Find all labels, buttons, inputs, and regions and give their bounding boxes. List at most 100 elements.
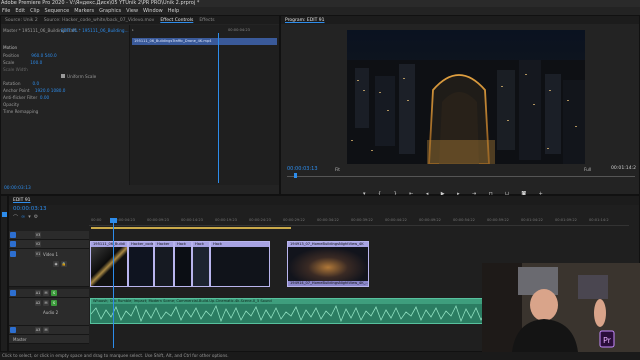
menu-window[interactable]: Window <box>143 8 163 14</box>
clip-thumbnail <box>91 247 127 286</box>
program-timecode[interactable]: 00:00:03:13 <box>287 166 318 172</box>
lock-icon[interactable]: 🔒 <box>61 261 67 267</box>
video-clip[interactable]: Hacker_code <box>128 241 154 287</box>
clip-label: Hacker_code <box>129 242 154 247</box>
track-id-a3[interactable]: A3 <box>35 327 41 333</box>
scale-value[interactable]: 100.0 <box>30 60 42 65</box>
video-clip[interactable]: Hack <box>210 241 270 287</box>
anchor-point-value[interactable]: 1920.0 1080.0 <box>35 88 66 93</box>
program-video-frame[interactable] <box>347 30 585 164</box>
property-position: Position 960.0 540.0 <box>3 53 57 58</box>
track-header-a1: A1 M S <box>9 289 89 298</box>
tab-program[interactable]: Program: EDIT 91 <box>285 18 324 23</box>
track-target-v1[interactable] <box>10 251 16 257</box>
track-target-v3[interactable] <box>10 232 16 238</box>
tab-effect-controls[interactable]: Effect Controls <box>160 18 193 23</box>
menu-view[interactable]: View <box>126 8 138 14</box>
audio-clip[interactable]: Whoosh; Sub Rumble; Impact; Modern Scene… <box>90 298 490 324</box>
track-id-v1[interactable]: V1 <box>35 251 41 257</box>
mute-button-a1[interactable]: M <box>43 290 49 296</box>
video-clip[interactable]: Hack <box>192 241 210 287</box>
snap-icon[interactable]: ⌒ <box>13 214 18 221</box>
effect-section-label: Motion <box>3 45 18 50</box>
tools-panel <box>0 195 8 352</box>
timeline-ruler[interactable]: 00:00 00:00:04:23 00:00:09:23 00:00:14:2… <box>89 218 629 226</box>
tab-source-unik[interactable]: Source: Unik 2 <box>5 18 38 23</box>
ruler-tick: 00:01:04:22 <box>521 218 543 222</box>
clip-label: 194913_07_HomeBuildingsNightView_4K <box>288 242 368 247</box>
track-id-v3[interactable]: V3 <box>35 232 41 238</box>
mute-button-a3[interactable]: M <box>43 327 49 333</box>
master-track-label: Master <box>13 337 27 342</box>
menu-graphics[interactable]: Graphics <box>99 8 121 14</box>
timeline-tabs: EDIT 91 <box>9 196 639 205</box>
presenter-image: Pr <box>482 263 640 352</box>
sequence-clip-selector[interactable]: EDIT 91 * 195111_06_Building... <box>61 28 129 33</box>
property-time-remapping[interactable]: Time Remapping <box>3 109 38 114</box>
program-fit-dropdown[interactable]: Fit <box>335 167 340 172</box>
work-area-bar[interactable] <box>91 227 291 229</box>
track-target-a3[interactable] <box>10 327 16 333</box>
ruler-tick: 00:00 <box>91 218 102 222</box>
effect-controls-mini-timeline[interactable]: ▸ 00:00:04:23 195111_06_BuildingsTraffic… <box>129 25 279 185</box>
tab-effects[interactable]: Effects <box>199 18 214 23</box>
anti-flicker-value[interactable]: 0.00 <box>40 95 49 100</box>
add-marker-timeline-icon[interactable]: ▾ <box>28 214 31 221</box>
video-clip[interactable]: Hacker <box>154 241 174 287</box>
ruler-tick: 00:00:54:22 <box>453 218 475 222</box>
property-name: Uniform Scale <box>67 74 97 79</box>
menu-help[interactable]: Help <box>168 8 179 14</box>
svg-text:Pr: Pr <box>603 336 612 345</box>
tab-source-hacker[interactable]: Source: Hacker_code_white/back_07_Videvo… <box>44 18 155 23</box>
program-playhead[interactable] <box>294 173 297 178</box>
property-rotation: Rotation 0.0 <box>3 81 39 86</box>
mute-button-a2[interactable]: M <box>43 300 49 306</box>
mini-playhead[interactable] <box>218 33 219 183</box>
ruler-tick: 00:00:14:23 <box>181 218 203 222</box>
rotation-value[interactable]: 0.0 <box>33 81 40 86</box>
mini-clip-bar[interactable]: 195111_06_BuildingsTraffic_Drone_4K.mp4 <box>132 38 277 45</box>
track-header-a3: A3 M <box>9 326 89 335</box>
timeline-playhead[interactable] <box>113 218 114 348</box>
timeline-timecode[interactable]: 00:00:03:13 <box>13 206 47 212</box>
clip-thumbnail <box>155 247 173 286</box>
video-clip[interactable]: 194913_07_HomeBuildingsNightView_4K 1949… <box>287 241 369 287</box>
solo-button-a1[interactable]: S <box>51 290 57 296</box>
program-quality-dropdown[interactable]: Full <box>584 167 591 172</box>
clip-thumbnail <box>288 247 368 281</box>
clip-label: 194914_07_HomeBuildingsNightView_4K_... <box>288 281 369 286</box>
property-uniform-scale[interactable]: Uniform Scale <box>61 74 96 79</box>
toggle-output-icon[interactable]: ◉ <box>53 261 59 267</box>
mini-clip-label: 195111_06_BuildingsTraffic_Drone_4K.mp4 <box>134 39 212 43</box>
ruler-tick: 00:00:34:22 <box>317 218 339 222</box>
tab-sequence[interactable]: EDIT 91 <box>13 198 31 203</box>
menu-edit[interactable]: Edit <box>15 8 25 14</box>
property-name: Rotation <box>3 81 21 86</box>
track-header-v2: V2 <box>9 240 89 249</box>
track-id-v2[interactable]: V2 <box>35 241 41 247</box>
track-id-a2[interactable]: A2 <box>35 300 41 306</box>
checkbox-icon[interactable] <box>61 74 65 78</box>
position-value[interactable]: 960.0 540.0 <box>31 53 56 58</box>
track-target-a1[interactable] <box>10 290 16 296</box>
menu-sequence[interactable]: Sequence <box>45 8 70 14</box>
program-monitor-tabs: Program: EDIT 91 <box>281 16 639 24</box>
property-name: Anti-flicker Filter <box>3 95 38 100</box>
menu-clip[interactable]: Clip <box>30 8 39 14</box>
video-clip[interactable]: Hack <box>174 241 192 287</box>
linked-selection-icon[interactable]: ∞ <box>21 214 25 221</box>
menu-markers[interactable]: Markers <box>74 8 94 14</box>
timeline-tools: ⌒ ∞ ▾ ⚙ <box>13 214 38 221</box>
selection-tool-icon[interactable] <box>2 212 7 217</box>
track-target-v2[interactable] <box>10 241 16 247</box>
program-scrubber[interactable] <box>287 176 635 177</box>
property-opacity[interactable]: Opacity <box>3 102 19 107</box>
wrench-icon[interactable]: ⚙ <box>34 214 38 221</box>
effect-controls-timecode[interactable]: 00:00:03:13 <box>4 186 31 191</box>
video-clip[interactable]: 195111_06_Buildi <box>90 241 128 287</box>
timeline-playhead-handle[interactable] <box>110 218 117 223</box>
property-scale-width: Scale Width <box>3 67 28 72</box>
track-id-a1[interactable]: A1 <box>35 290 41 296</box>
solo-button-a2[interactable]: S <box>51 300 57 306</box>
menu-file[interactable]: File <box>2 8 10 14</box>
